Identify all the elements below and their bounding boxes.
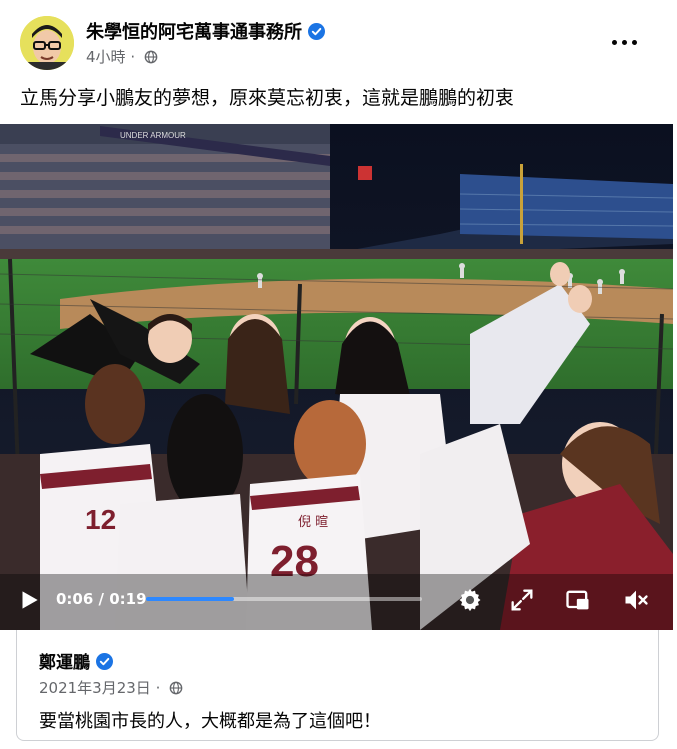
picture-in-picture-icon[interactable] <box>564 586 592 614</box>
video-controls: 0:06 / 0:19 <box>0 574 673 630</box>
shared-post-meta: 2021年3月23日 · <box>39 677 183 698</box>
globe-icon <box>144 50 158 64</box>
video-time: 0:06 / 0:19 <box>56 590 147 608</box>
shared-post[interactable]: 鄭運鵬 2021年3月23日 · 要當桃園市長的人，大概都是為了這個吧！ <box>16 630 659 741</box>
post-timestamp[interactable]: 4小時 <box>86 48 126 66</box>
verified-badge-icon <box>96 653 113 670</box>
author-name[interactable]: 朱學恒的阿宅萬事通事務所 <box>86 22 302 43</box>
avatar[interactable] <box>20 16 74 70</box>
jersey-number-left: 12 <box>85 504 116 535</box>
post-card: 朱學恒的阿宅萬事通事務所 4小時 · 立馬分享小鵬友的夢想，原來莫忘初衷，這就是… <box>0 0 677 749</box>
shared-post-text: 要當桃園市長的人，大概都是為了這個吧！ <box>39 711 381 732</box>
play-icon[interactable] <box>16 587 42 613</box>
meta-separator: · <box>150 679 166 697</box>
more-dot-icon <box>632 40 637 45</box>
banner-text: UNDER ARMOUR <box>120 131 186 140</box>
jersey-name: 倪 暄 <box>298 515 328 530</box>
post-meta: 4小時 · <box>86 46 158 67</box>
globe-icon <box>169 681 183 695</box>
meta-separator: · <box>125 48 140 66</box>
fullscreen-icon[interactable] <box>508 586 536 614</box>
post-text: 立馬分享小鵬友的夢想，原來莫忘初衷，這就是鵬鵬的初衷 <box>20 87 515 109</box>
shared-post-date[interactable]: 2021年3月23日 <box>39 679 151 697</box>
avatar-image <box>20 16 74 70</box>
mute-icon[interactable] <box>622 586 650 614</box>
duration: 0:19 <box>109 590 147 608</box>
video-player[interactable]: UNDER ARMOUR 12 倪 暄 28 0:06 / 0:19 <box>0 124 673 630</box>
shared-author-row: 鄭運鵬 <box>39 648 113 673</box>
post-header: 朱學恒的阿宅萬事通事務所 4小時 · <box>20 16 657 72</box>
verified-badge-icon <box>308 23 325 40</box>
current-time: 0:06 <box>56 590 94 608</box>
more-options-button[interactable] <box>607 30 643 54</box>
more-dot-icon <box>622 40 627 45</box>
more-dot-icon <box>612 40 617 45</box>
settings-gear-icon[interactable] <box>456 586 484 614</box>
time-separator: / <box>93 590 110 608</box>
progress-fill <box>146 597 235 601</box>
author-name-row: 朱學恒的阿宅萬事通事務所 <box>86 18 325 44</box>
video-frame: UNDER ARMOUR 12 倪 暄 28 <box>0 124 673 630</box>
shared-author-name[interactable]: 鄭運鵬 <box>39 653 90 673</box>
progress-bar[interactable] <box>146 597 422 601</box>
